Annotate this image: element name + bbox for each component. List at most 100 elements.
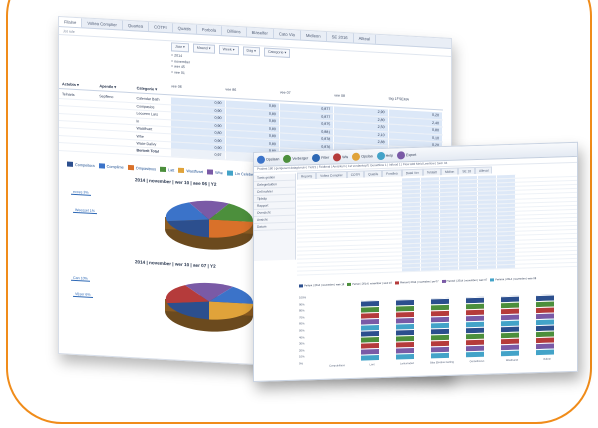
mini-value-cell [459,175,478,180]
tab-9[interactable]: Alleval [475,166,493,175]
tab-1[interactable]: Voltea Complier [316,171,347,180]
mini-cell [297,193,312,197]
toolbar-button-2[interactable]: Filter [312,153,329,162]
legend-item[interactable]: Plensal | 2014 | november | pe 07 [394,280,439,285]
mini-value-cell [402,226,421,231]
mini-cell [342,204,357,208]
mini-value-cell [421,238,440,243]
mini-cell [357,192,372,196]
left-panel-item[interactable]: Datum [254,222,295,231]
mini-cell [327,233,342,237]
bar-segment [361,354,379,361]
pivot-row-header[interactable]: Actebts ▾ [59,81,97,92]
mini-cell [387,256,402,260]
mini-value-cell [421,234,440,239]
tab-10[interactable]: SE 2016 [326,32,354,43]
pivot-column-header[interactable]: vee 06 [171,83,226,99]
mini-cell [387,195,402,199]
mini-value-cell [497,211,516,216]
toolbar-button-6[interactable]: Export [396,150,416,159]
toolbar-button-5[interactable]: Help [376,151,393,160]
legend-item[interactable]: Pemar | 2014 | november | wee 10 [347,281,392,287]
tab-0[interactable]: Fllalne [59,17,83,28]
mini-cell [387,227,402,231]
legend-item[interactable]: Plennel | 2014 | november | wee 07 [441,279,487,284]
tab-6[interactable]: Teldaitt [422,168,441,176]
stacked-bar [501,295,519,357]
mini-cell [387,211,402,215]
tab-5[interactable]: Forbola [196,24,223,36]
mini-value-cell [421,263,440,267]
tab-3[interactable]: COTFI [149,22,173,33]
mini-cell [387,219,402,223]
mini-value-cell [459,233,478,237]
pie2-callout-left-2: VI|ser 6% [73,291,93,298]
tab-0[interactable]: Reports [297,172,317,180]
mini-value-cell [402,210,421,215]
tab-6[interactable]: Dillions [222,26,247,37]
mini-cell [357,208,372,212]
legend-item[interactable]: Complime [98,163,124,169]
toolbar-button-3[interactable]: Wis [333,152,348,161]
legend-item[interactable]: Compeitora [67,161,95,169]
mini-cell [372,191,387,195]
pivot-column-header[interactable]: vee 07 [279,89,335,105]
toolbar-button-0[interactable]: Opslaan [257,155,279,164]
sub-toolbar-label: Jot rule [63,29,75,34]
filter-button-2[interactable]: Week ▾ [218,44,239,56]
legend-item[interactable]: Pempa | 2014 | november | wee 18 [299,283,344,288]
tab-7[interactable]: Midion [440,167,459,176]
legend-item[interactable]: Lin Celebe [226,170,253,176]
filter-button-1[interactable]: Maand ▾ [192,43,215,54]
mini-cell [312,271,327,275]
toolbar-button-1[interactable]: Verberger [283,154,308,163]
tab-11[interactable]: Allteal [353,33,377,44]
tab-8[interactable]: SE 18 [458,167,476,175]
tab-9[interactable]: Midleon [300,30,327,42]
mini-value-cell [478,236,497,241]
pivot-column-header[interactable]: vee 08 [334,92,389,108]
pivot-column-header[interactable]: vee 86 [225,86,280,102]
mini-value-cell [402,255,421,260]
pivot-column-header[interactable]: tag 1FSEMA [388,95,444,111]
toolbar-icon [376,151,385,160]
mini-value-cell [459,208,478,213]
tab-2[interactable]: COTFI [346,170,365,179]
pivot-header-line[interactable]: = vee 01 [171,70,190,77]
mini-value-cell [440,242,459,246]
tab-4[interactable]: Fondlea [382,169,402,177]
legend-label: Pemar | 2014 | november | wee 10 [352,281,392,286]
tab-3[interactable]: Quatils [364,169,383,178]
mini-cell [387,215,402,219]
mini-cell [312,185,327,189]
legend-item[interactable]: Wastfivart [178,167,203,174]
filter-button-3[interactable]: Dag ▾ [242,46,260,57]
toolbar-button-4[interactable]: Opslaa [352,152,373,161]
legend-item[interactable]: Latt [160,166,174,173]
y-tick-label: 70% [299,315,305,320]
mini-value-cell [421,250,440,255]
mini-cell [297,259,312,263]
y-tick-label: 50% [299,328,305,333]
filter-button-0[interactable]: Jaar ▾ [171,42,189,53]
toolbar-label: Verberger [292,155,309,161]
mini-value-cell [478,208,497,212]
tab-8[interactable]: Cato Via [273,29,301,40]
tab-2[interactable]: Quartea [122,20,150,32]
toolbar-icon [333,152,342,161]
mini-value-cell [497,256,516,261]
filter-button-4[interactable]: Categorie ▾ [263,47,291,58]
mini-cell [297,206,312,210]
mini-value-cell [497,264,516,269]
pivot-row-header[interactable]: Apentle ▾ [96,83,134,94]
tab-5[interactable]: Datal Ver [401,168,423,177]
pivot-row-header[interactable]: Categorie ▾ [133,85,171,96]
tab-7[interactable]: Blaselfer [246,27,274,39]
legend-item[interactable]: Ompasitnos [127,164,156,172]
mini-cell [312,181,327,185]
mini-cell [312,242,327,246]
legend-item[interactable]: Whe [207,169,223,175]
mini-cell [327,229,342,233]
tab-4[interactable]: Quattis [172,23,197,34]
legend-item[interactable]: Pemma | 2014 | november | wee 08 [490,277,536,282]
